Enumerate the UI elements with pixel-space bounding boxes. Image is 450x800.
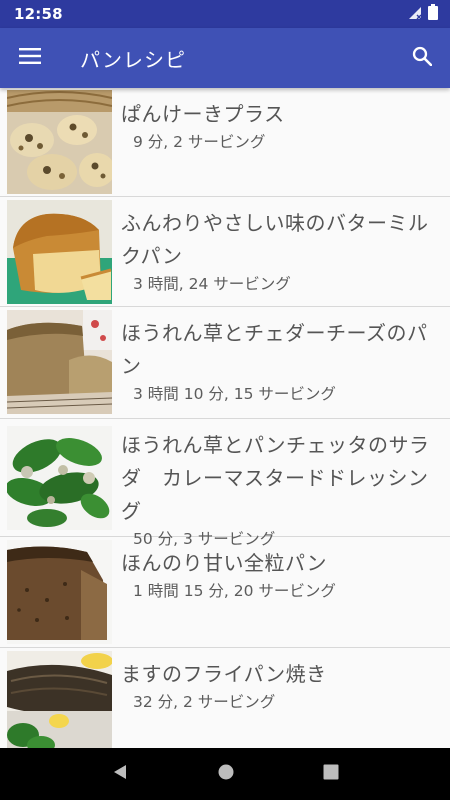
app-bar: パンレシピ — [0, 28, 450, 88]
battery-icon — [428, 4, 438, 24]
back-icon — [114, 765, 126, 779]
recipe-meta: 32 分, 2 サービング — [133, 693, 276, 711]
recipe-title: ほうれん草とパンチェッタのサラダ カレーマスタードドレッシング — [121, 433, 430, 523]
recipe-text: ふんわりやさしい味のバターミルクパン 3 時間, 24 サービング — [112, 197, 450, 295]
recipe-text: ほうれん草とパンチェッタのサラダ カレーマスタードドレッシング 50 分, 3 … — [112, 419, 450, 550]
hamburger-menu-button[interactable] — [0, 28, 60, 88]
app-title: パンレシピ — [80, 47, 186, 72]
status-time: 12:58 — [14, 5, 63, 23]
home-button[interactable] — [217, 763, 235, 785]
spinach-cheddar-bread-photo — [7, 310, 112, 414]
status-bar: 12:58 — [0, 0, 450, 28]
recipe-title: ほんのり甘い全粒パン — [121, 551, 327, 575]
recipe-list-item[interactable]: ほうれん草とチェダーチーズのパン 3 時間 10 分, 15 サービング — [0, 307, 450, 419]
recipe-meta: 9 分, 2 サービング — [133, 133, 266, 151]
status-icons — [408, 4, 438, 24]
system-nav-bar — [0, 748, 450, 800]
recipe-list-item[interactable]: ほんのり甘い全粒パン 1 時間 15 分, 20 サービング — [0, 537, 450, 648]
recipe-title: ますのフライパン焼き — [121, 662, 327, 686]
recipe-text: ますのフライパン焼き 32 分, 2 サービング — [112, 648, 450, 713]
search-button[interactable] — [394, 28, 450, 88]
recipe-text: ぱんけーきプラス 9 分, 2 サービング — [112, 88, 450, 153]
recipe-list[interactable]: ぱんけーきプラス 9 分, 2 サービング ふんわりやさしい味のバターミルクパン… — [0, 88, 450, 748]
recents-button[interactable] — [323, 764, 339, 784]
pancakes-photo — [7, 90, 112, 194]
pan-fried-trout-photo — [7, 651, 112, 748]
search-icon — [412, 46, 433, 70]
spinach-salad-photo — [7, 426, 112, 530]
recipe-meta: 3 時間, 24 サービング — [133, 275, 291, 293]
recipe-meta: 3 時間 10 分, 15 サービング — [133, 385, 336, 403]
recipe-list-item[interactable]: ますのフライパン焼き 32 分, 2 サービング — [0, 648, 450, 748]
whole-wheat-bread-photo — [7, 540, 112, 644]
buttermilk-bread-photo — [7, 200, 112, 304]
recipe-list-item[interactable]: ふんわりやさしい味のバターミルクパン 3 時間, 24 サービング — [0, 197, 450, 307]
recipe-text: ほんのり甘い全粒パン 1 時間 15 分, 20 サービング — [112, 537, 450, 602]
recipe-text: ほうれん草とチェダーチーズのパン 3 時間 10 分, 15 サービング — [112, 307, 450, 405]
recipe-list-item[interactable]: ぱんけーきプラス 9 分, 2 サービング — [0, 88, 450, 197]
home-icon — [218, 764, 234, 780]
recipe-title: ぱんけーきプラス — [121, 102, 285, 126]
recipe-meta: 1 時間 15 分, 20 サービング — [133, 582, 336, 600]
recipe-list-item[interactable]: ほうれん草とパンチェッタのサラダ カレーマスタードドレッシング 50 分, 3 … — [0, 419, 450, 548]
recipe-title: ほうれん草とチェダーチーズのパン — [121, 321, 428, 378]
hamburger-menu-icon — [19, 48, 41, 68]
recipe-title: ふんわりやさしい味のバターミルクパン — [121, 211, 429, 268]
back-button[interactable] — [111, 763, 129, 785]
signal-icon — [408, 5, 422, 24]
recents-icon — [323, 764, 339, 780]
